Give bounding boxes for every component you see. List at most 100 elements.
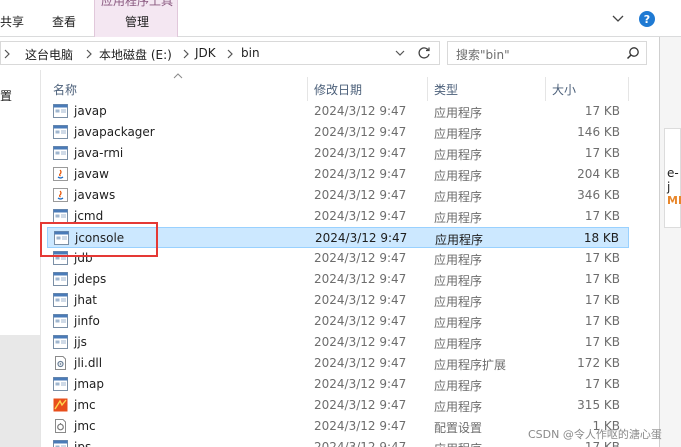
file-name: jli.dll <box>74 356 103 370</box>
file-row[interactable]: jli.dll 2024/3/12 9:47 应用程序扩展 172 KB <box>47 353 629 374</box>
file-date: 2024/3/12 9:47 <box>314 440 407 447</box>
file-size: 17 KB <box>584 272 620 286</box>
exe-icon <box>53 125 68 139</box>
file-name: javaws <box>74 188 116 202</box>
file-size: 146 KB <box>577 125 620 139</box>
file-row[interactable]: javaws 2024/3/12 9:47 应用程序 346 KB <box>47 185 629 206</box>
file-date: 2024/3/12 9:47 <box>314 188 407 202</box>
chevron-right-icon <box>4 49 10 59</box>
dll-icon <box>53 356 68 370</box>
file-row[interactable]: javap 2024/3/12 9:47 应用程序 17 KB <box>47 101 629 122</box>
ini-icon <box>53 419 68 433</box>
exe-icon <box>53 146 68 160</box>
tab-view[interactable]: 查看 <box>52 13 76 30</box>
java-icon <box>53 188 68 202</box>
file-date: 2024/3/12 9:47 <box>314 356 407 370</box>
file-row[interactable]: javapackager 2024/3/12 9:47 应用程序 146 KB <box>47 122 629 143</box>
file-size: 17 KB <box>584 293 620 307</box>
chevron-right-icon[interactable] <box>226 48 234 60</box>
file-name: jhat <box>74 293 97 307</box>
file-size: 17 KB <box>584 251 620 265</box>
exe-icon <box>53 377 68 391</box>
pane-divider[interactable] <box>40 70 41 447</box>
chevron-right-icon[interactable] <box>85 48 93 60</box>
file-name: javap <box>74 104 107 118</box>
exe-icon <box>53 335 68 349</box>
highlight-box <box>40 222 158 257</box>
file-size: 315 KB <box>577 398 620 412</box>
breadcrumb-jdk[interactable]: JDK <box>195 46 216 60</box>
column-name-label: 名称 <box>53 83 78 97</box>
file-date: 2024/3/12 9:47 <box>314 167 407 181</box>
file-name: jmap <box>74 377 104 391</box>
search-box[interactable]: 搜索"bin" <box>447 41 647 65</box>
breadcrumb-bin[interactable]: bin <box>241 46 260 60</box>
file-size: 17 KB <box>584 335 620 349</box>
chevron-down-icon[interactable] <box>394 47 406 59</box>
file-date: 2024/3/12 9:47 <box>314 293 407 307</box>
exe-icon <box>53 209 68 223</box>
file-row[interactable]: javaw 2024/3/12 9:47 应用程序 204 KB <box>47 164 629 185</box>
file-row[interactable]: jmap 2024/3/12 9:47 应用程序 17 KB <box>47 374 629 395</box>
file-date: 2024/3/12 9:47 <box>314 125 407 139</box>
file-type: 应用程序 <box>434 316 483 330</box>
jmc-icon <box>53 398 68 412</box>
background-window-accent: MB <box>667 194 681 207</box>
file-type: 应用程序 <box>434 169 483 183</box>
file-name: javaw <box>74 167 109 181</box>
ribbon: 共享 查看 应用程序工具 管理 ? <box>0 0 681 37</box>
file-list: javap 2024/3/12 9:47 应用程序 17 KB javapackager… <box>47 101 629 447</box>
column-header-type[interactable]: 类型 <box>428 77 546 101</box>
breadcrumb-this-pc[interactable]: 这台电脑 <box>25 46 73 63</box>
tab-share[interactable]: 共享 <box>0 13 24 30</box>
file-name: java-rmi <box>74 146 124 160</box>
background-window[interactable] <box>659 37 681 447</box>
nav-selected-block <box>0 335 40 447</box>
file-size: 346 KB <box>577 188 620 202</box>
help-button[interactable]: ? <box>639 11 655 27</box>
file-name: jdeps <box>74 272 107 286</box>
background-window-text: e-j <box>667 166 679 194</box>
tab-manage[interactable]: 管理 <box>95 13 177 30</box>
file-name: javapackager <box>74 125 155 139</box>
column-header-name[interactable]: 名称 <box>47 77 308 101</box>
search-input[interactable]: 搜索"bin" <box>456 46 510 63</box>
file-type: 应用程序 <box>435 233 484 247</box>
file-size: 17 KB <box>584 146 620 160</box>
exe-icon <box>53 314 68 328</box>
file-type: 应用程序 <box>434 190 483 204</box>
file-row[interactable]: jmc 2024/3/12 9:47 应用程序 315 KB <box>47 395 629 416</box>
context-tab-group: 应用程序工具 管理 <box>94 0 178 37</box>
chevron-right-icon[interactable] <box>182 48 190 60</box>
file-row[interactable]: jjs 2024/3/12 9:47 应用程序 17 KB <box>47 332 629 353</box>
file-row[interactable]: jdeps 2024/3/12 9:47 应用程序 17 KB <box>47 269 629 290</box>
address-bar[interactable]: 这台电脑 本地磁盘 (E:) JDK bin <box>0 41 440 65</box>
watermark: CSDN @令人作呕的溏心蛋 <box>528 428 662 441</box>
file-type: 应用程序 <box>434 379 483 393</box>
file-date: 2024/3/12 9:47 <box>314 209 407 223</box>
column-header-date[interactable]: 修改日期 <box>308 77 428 101</box>
file-type: 应用程序 <box>434 274 483 288</box>
file-row[interactable]: jhat 2024/3/12 9:47 应用程序 17 KB <box>47 290 629 311</box>
file-name: jjs <box>74 335 87 349</box>
file-row[interactable]: jinfo 2024/3/12 9:47 应用程序 17 KB <box>47 311 629 332</box>
column-header-size[interactable]: 大小 <box>546 77 629 101</box>
file-type: 应用程序 <box>434 106 483 120</box>
file-type: 应用程序 <box>434 400 483 414</box>
exe-icon <box>53 272 68 286</box>
file-name: jps <box>74 440 92 447</box>
nav-item-fragment[interactable]: 置 <box>0 87 12 104</box>
file-size: 204 KB <box>577 167 620 181</box>
file-name: jmc <box>74 419 96 433</box>
refresh-icon[interactable] <box>416 45 432 61</box>
file-date: 2024/3/12 9:47 <box>314 251 407 265</box>
file-name: jinfo <box>74 314 100 328</box>
file-row[interactable]: java-rmi 2024/3/12 9:47 应用程序 17 KB <box>47 143 629 164</box>
expand-ribbon-button[interactable] <box>608 11 628 27</box>
search-icon[interactable] <box>626 46 640 60</box>
file-name: jmc <box>74 398 96 412</box>
column-type-label: 类型 <box>434 83 459 97</box>
breadcrumb-local-disk[interactable]: 本地磁盘 (E:) <box>99 46 172 63</box>
file-type: 应用程序 <box>434 440 482 447</box>
file-type: 应用程序 <box>434 148 483 162</box>
